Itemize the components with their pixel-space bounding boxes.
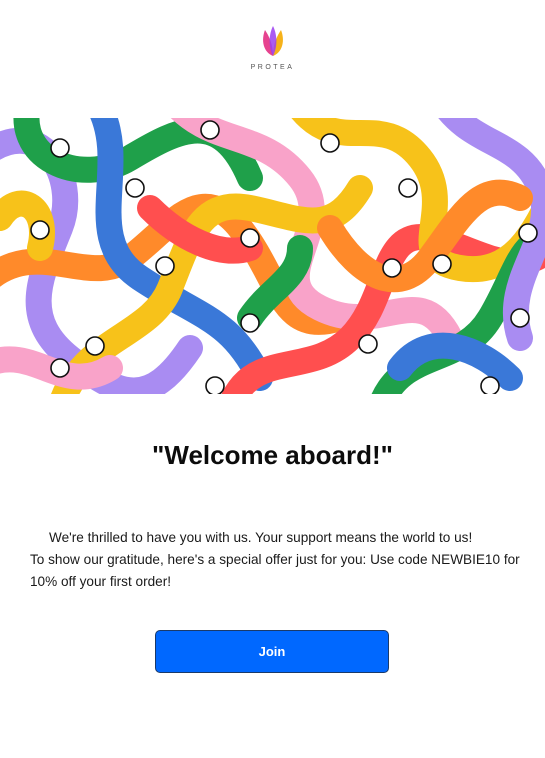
- colorful-arms-icon: [0, 118, 545, 394]
- brand-name: PROTEA: [250, 64, 295, 71]
- welcome-message: We're thrilled to have you with us. Your…: [30, 527, 520, 593]
- join-button[interactable]: Join: [155, 630, 389, 673]
- hero-illustration: [0, 118, 545, 394]
- welcome-line-1: We're thrilled to have you with us. Your…: [49, 530, 473, 545]
- protea-flower-icon: [262, 26, 283, 56]
- offer-line: To show our gratitude, here's a special …: [30, 552, 520, 589]
- page-title: "Welcome aboard!": [152, 440, 393, 470]
- brand-logo: PROTEA: [0, 22, 545, 71]
